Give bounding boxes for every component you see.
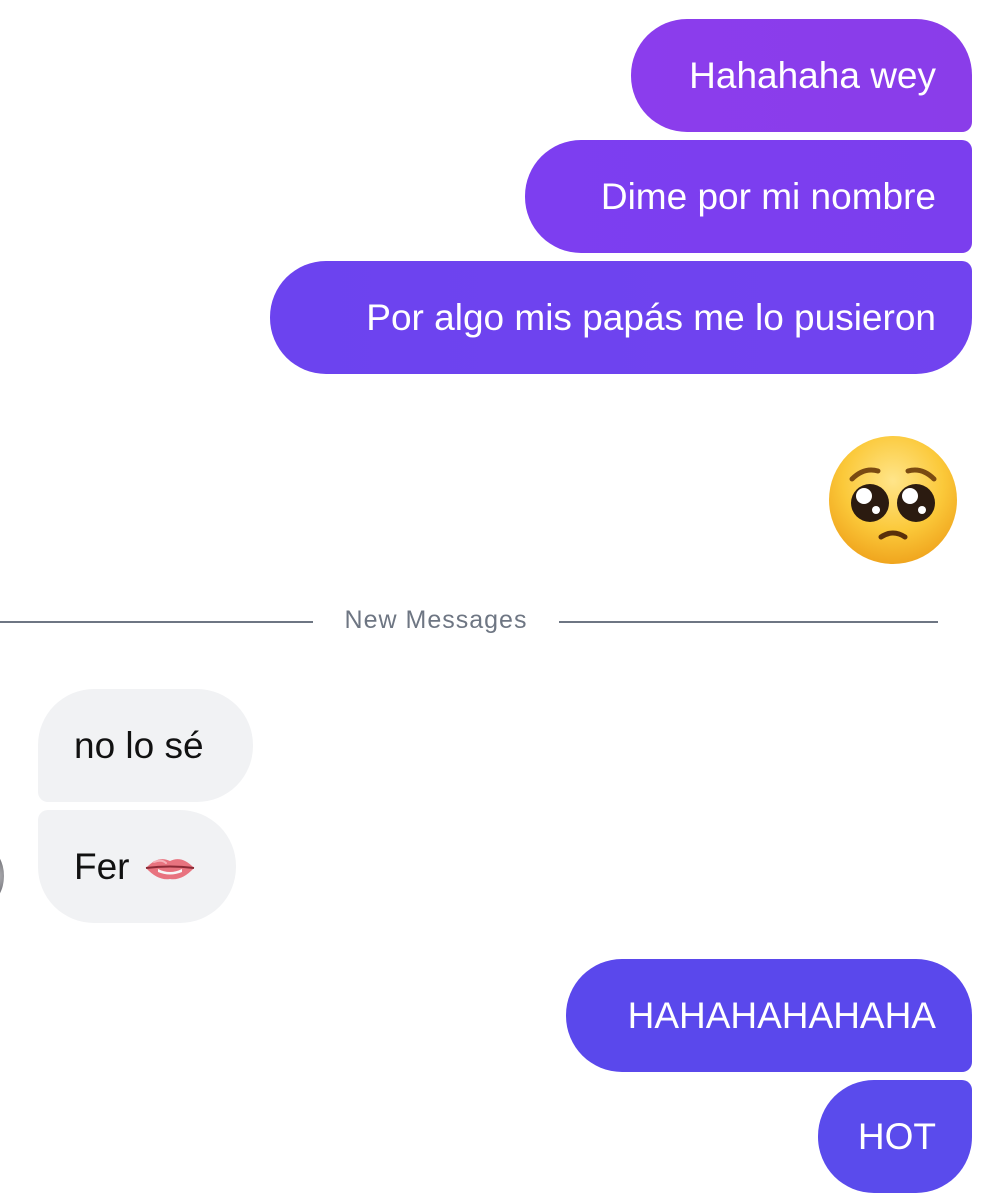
message-text: Dime por mi nombre [600, 176, 936, 217]
message-text: Por algo mis papás me lo pusieron [366, 297, 936, 338]
message-text: HAHAHAHAHAHA [627, 995, 936, 1036]
pleading-face-icon[interactable] [826, 433, 960, 567]
message-text: Fer [74, 846, 130, 887]
biting-lip-icon [144, 852, 196, 882]
received-message-bubble[interactable]: no lo sé [38, 689, 253, 802]
sent-message-bubble[interactable]: Dime por mi nombre [525, 140, 972, 253]
sent-message-bubble[interactable]: Por algo mis papás me lo pusieron [270, 261, 972, 374]
sent-message-bubble[interactable]: HOT [818, 1080, 972, 1193]
divider-line-right [559, 621, 938, 623]
new-messages-divider-label: New Messages [344, 606, 528, 634]
message-text: HOT [857, 1116, 936, 1157]
sent-message-bubble[interactable]: HAHAHAHAHAHA [566, 959, 972, 1072]
divider-line-left [0, 621, 313, 623]
message-text: Hahahaha wey [689, 55, 936, 96]
sent-message-bubble[interactable]: Hahahaha wey [631, 19, 972, 132]
avatar[interactable] [0, 850, 4, 902]
message-text: no lo sé [74, 725, 204, 766]
received-message-bubble[interactable]: Fer [38, 810, 236, 923]
